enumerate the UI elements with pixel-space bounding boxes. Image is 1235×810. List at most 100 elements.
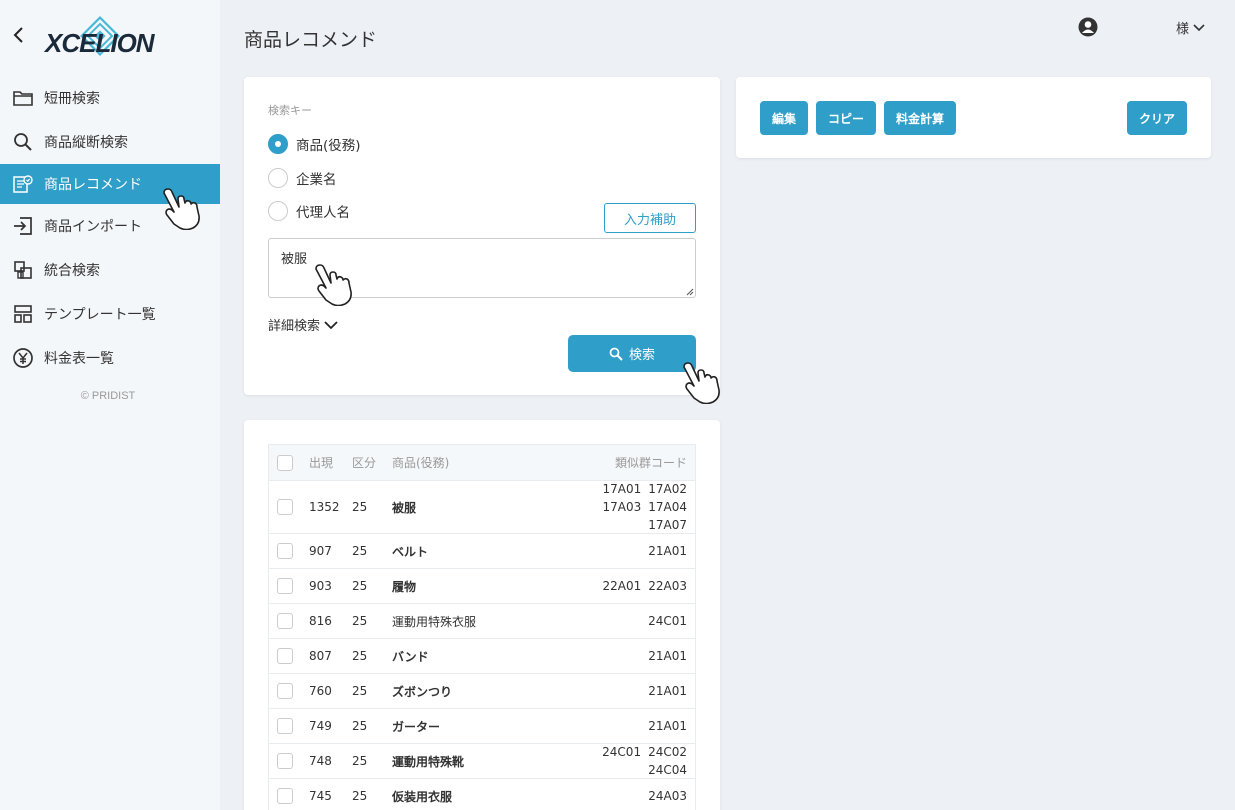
table-row[interactable]: 1352 25 被服 17A01 17A02 17A03 17A04 17A07	[269, 481, 695, 534]
radio-circle[interactable]	[268, 201, 288, 221]
row-checkbox[interactable]	[277, 788, 293, 804]
row-checkbox[interactable]	[277, 499, 293, 515]
header-count: 出現	[309, 456, 334, 470]
similar-group-code: 21A01	[648, 544, 687, 558]
row-count: 907	[309, 544, 332, 558]
edit-button[interactable]: 編集	[760, 101, 808, 135]
row-product-name: 履物	[392, 579, 417, 594]
sidebar-item-integrated-search[interactable]: 統合検索	[0, 248, 220, 292]
table-row[interactable]: 816 25 運動用特殊衣服 24C01	[269, 604, 695, 639]
row-category: 25	[352, 579, 368, 593]
table-row[interactable]: 745 25 仮装用衣服 24A03	[269, 779, 695, 810]
row-checkbox[interactable]	[277, 683, 293, 699]
radio-label: 商品(役務)	[296, 138, 361, 154]
folder-icon	[12, 87, 34, 109]
row-category: 25	[352, 754, 368, 768]
row-category: 25	[352, 789, 368, 803]
user-menu[interactable]: 様	[1176, 18, 1205, 37]
clear-button[interactable]: クリア	[1127, 101, 1187, 135]
table-row[interactable]: 749 25 ガーター 21A01	[269, 709, 695, 744]
similar-group-code: 22A03	[648, 579, 687, 593]
fee-calc-button[interactable]: 料金計算	[884, 101, 956, 135]
radio-circle-checked[interactable]	[268, 134, 288, 154]
template-icon	[12, 303, 34, 325]
row-product-name: 被服	[392, 500, 417, 515]
row-codes: 24A03	[557, 789, 687, 803]
search-button[interactable]: 検索	[568, 335, 696, 372]
table-row[interactable]: 748 25 運動用特殊靴 24C01 24C02 24C04	[269, 744, 695, 779]
radio-circle[interactable]	[268, 168, 288, 188]
row-codes: 21A01	[557, 684, 687, 698]
sidebar-item-product-import[interactable]: 商品インポート	[0, 204, 220, 248]
page-title: 商品レコメンド	[244, 29, 378, 51]
sidebar-item-label: 料金表一覧	[44, 351, 114, 367]
row-product-name: 運動用特殊衣服	[392, 614, 477, 629]
import-icon	[12, 215, 34, 237]
input-assist-button[interactable]: 入力補助	[604, 203, 696, 233]
radio-label: 企業名	[296, 172, 337, 188]
user-account-icon[interactable]	[1078, 17, 1098, 37]
row-category: 25	[352, 614, 368, 628]
sidebar-item-label: 商品インポート	[44, 219, 142, 235]
sidebar-item-product-cross-search[interactable]: 商品縦断検索	[0, 120, 220, 164]
search-icon	[12, 131, 34, 153]
row-codes: 24C01 24C02 24C04	[557, 745, 687, 777]
search-key-label: 検索キー	[268, 104, 312, 117]
table-row[interactable]: 807 25 バンド 21A01	[269, 639, 695, 674]
row-count: 748	[309, 754, 332, 768]
row-product-name: ガーター	[392, 719, 441, 734]
similar-group-code: 24C01	[648, 614, 687, 628]
similar-group-code: 17A04	[648, 500, 687, 514]
sidebar-nav: 短冊検索 商品縦断検索 商品レコメンド 商品インポート 統合検索 テンプレート一…	[0, 76, 220, 380]
detail-search-toggle[interactable]: 詳細検索	[268, 315, 338, 334]
similar-group-code: 21A01	[648, 684, 687, 698]
chevron-down-icon	[324, 320, 338, 329]
header-name: 商品(役務)	[392, 456, 450, 470]
radio-product[interactable]: 商品(役務)	[268, 134, 361, 154]
merge-icon	[12, 259, 34, 281]
row-count: 816	[309, 614, 332, 628]
select-all-checkbox[interactable]	[277, 454, 293, 471]
radio-company[interactable]: 企業名	[268, 168, 337, 188]
copy-button[interactable]: コピー	[816, 101, 876, 135]
similar-group-code: 24C02	[648, 745, 687, 759]
row-checkbox[interactable]	[277, 753, 293, 769]
radio-agent[interactable]: 代理人名	[268, 201, 350, 221]
user-name-suffix: 様	[1176, 22, 1190, 37]
row-checkbox[interactable]	[277, 648, 293, 664]
back-chevron-icon[interactable]	[10, 26, 28, 44]
row-codes: 21A01	[557, 544, 687, 558]
row-count: 1352	[309, 500, 340, 514]
row-product-name: 運動用特殊靴	[392, 754, 465, 769]
chevron-down-icon	[1193, 23, 1205, 31]
brand-area: XCELION	[0, 0, 220, 76]
sidebar-item-tanzaku-search[interactable]: 短冊検索	[0, 76, 220, 120]
row-count: 760	[309, 684, 332, 698]
search-panel: 検索キー 商品(役務) 企業名 代理人名 入力補助 被服 詳細検索 検索	[244, 77, 720, 395]
resize-grip-icon[interactable]	[686, 288, 694, 296]
sidebar-item-label: 商品レコメンド	[44, 177, 142, 193]
similar-group-code: 17A02	[648, 482, 687, 496]
keyword-textarea[interactable]: 被服	[268, 238, 696, 298]
similar-group-code: 24A03	[648, 789, 687, 803]
sidebar-item-fee-list[interactable]: 料金表一覧	[0, 336, 220, 380]
row-count: 807	[309, 649, 332, 663]
row-category: 25	[352, 719, 368, 733]
table-row[interactable]: 903 25 履物 22A01 22A03	[269, 569, 695, 604]
row-checkbox[interactable]	[277, 543, 293, 559]
row-checkbox[interactable]	[277, 718, 293, 734]
copyright: © PRIDIST	[80, 390, 136, 402]
table-row[interactable]: 760 25 ズボンつり 21A01	[269, 674, 695, 709]
row-checkbox[interactable]	[277, 613, 293, 629]
similar-group-code: 22A01	[602, 579, 642, 593]
action-panel: 編集 コピー 料金計算 クリア	[736, 77, 1211, 158]
sidebar-item-product-recommend[interactable]: 商品レコメンド	[0, 164, 220, 204]
sidebar: XCELION 短冊検索 商品縦断検索 商品レコメンド 商品インポート 統合検索…	[0, 0, 220, 810]
table-row[interactable]: 907 25 ベルト 21A01	[269, 534, 695, 569]
sidebar-item-label: テンプレート一覧	[44, 307, 156, 323]
row-checkbox[interactable]	[277, 578, 293, 594]
row-codes: 22A01 22A03	[557, 579, 688, 593]
sidebar-item-template-list[interactable]: テンプレート一覧	[0, 292, 220, 336]
similar-group-code: 24C01	[602, 745, 642, 759]
detail-search-label: 詳細検索	[268, 319, 321, 334]
